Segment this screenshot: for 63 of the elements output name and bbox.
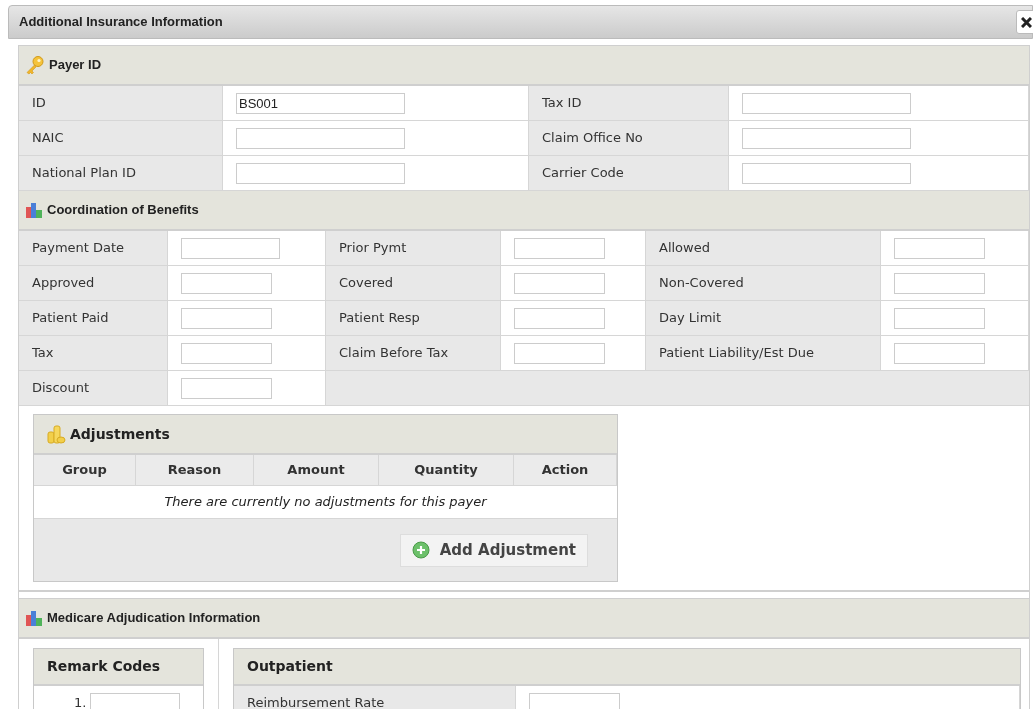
input-field[interactable]	[514, 307, 605, 329]
input-field[interactable]	[181, 342, 272, 364]
field-label: Approved	[32, 274, 95, 293]
close-button[interactable]	[1016, 10, 1033, 34]
input-field[interactable]	[181, 237, 280, 259]
window-title: Additional Insurance Information	[19, 13, 223, 32]
add-adjustment-button[interactable]: Add Adjustment	[399, 533, 588, 567]
field-label: Patient Paid	[32, 309, 109, 328]
field-label: Claim Office No	[542, 129, 643, 148]
panel-title: Outpatient	[247, 657, 333, 676]
input-field[interactable]	[90, 692, 181, 709]
input-field[interactable]: BS001	[236, 92, 405, 114]
field-label: Claim Before Tax	[339, 344, 449, 363]
item-number: 1.	[74, 694, 87, 709]
input-field[interactable]	[181, 307, 272, 329]
bar-chart-icon	[25, 202, 43, 218]
input-field[interactable]	[894, 307, 985, 329]
plus-icon	[411, 541, 430, 559]
column-header: Group	[34, 455, 136, 485]
close-icon	[1021, 16, 1032, 28]
field-label: Discount	[32, 379, 90, 398]
input-field[interactable]	[742, 92, 911, 114]
field-label: Non-Covered	[659, 274, 744, 293]
input-field[interactable]	[181, 272, 272, 294]
field-label: Covered	[339, 274, 394, 293]
input-field[interactable]	[514, 237, 605, 259]
panel-title: Adjustments	[70, 424, 170, 444]
input-field[interactable]	[181, 377, 272, 399]
input-field[interactable]	[742, 162, 911, 184]
input-field[interactable]	[529, 692, 620, 709]
field-label: Patient Resp	[339, 309, 420, 328]
column-header: Amount	[254, 455, 379, 485]
input-field[interactable]	[236, 127, 405, 149]
bar-chart-icon	[25, 610, 43, 626]
field-label: Allowed	[659, 239, 710, 258]
column-header: Quantity	[379, 455, 514, 485]
input-field[interactable]	[894, 342, 985, 364]
field-label: Tax	[32, 344, 54, 363]
panel-title: Remark Codes	[47, 657, 161, 676]
input-field[interactable]	[894, 237, 985, 259]
field-label: Reimbursement Rate	[247, 694, 385, 709]
field-label: Patient Liability/Est Due	[659, 344, 814, 363]
input-field[interactable]	[742, 127, 911, 149]
empty-message: There are currently no adjustments for this payer	[164, 493, 487, 512]
section-title: Medicare Adjudication Information	[47, 609, 261, 628]
field-label: Tax ID	[542, 94, 582, 113]
field-label: Prior Pymt	[339, 239, 407, 258]
input-field[interactable]	[514, 272, 605, 294]
input-field[interactable]	[514, 342, 605, 364]
coins-icon	[46, 424, 66, 444]
column-header: Action	[514, 455, 617, 485]
field-label: National Plan ID	[32, 164, 136, 183]
key-icon	[25, 55, 45, 75]
input-field[interactable]	[236, 162, 405, 184]
field-label: Carrier Code	[542, 164, 624, 183]
field-label: ID	[32, 94, 46, 113]
field-label: Payment Date	[32, 239, 125, 258]
field-label: Day Limit	[659, 309, 722, 328]
section-title: Coordination of Benefits	[47, 201, 199, 220]
field-label: NAIC	[32, 129, 64, 148]
section-title: Payer ID	[49, 56, 102, 75]
input-field[interactable]	[894, 272, 985, 294]
column-header: Reason	[136, 455, 254, 485]
